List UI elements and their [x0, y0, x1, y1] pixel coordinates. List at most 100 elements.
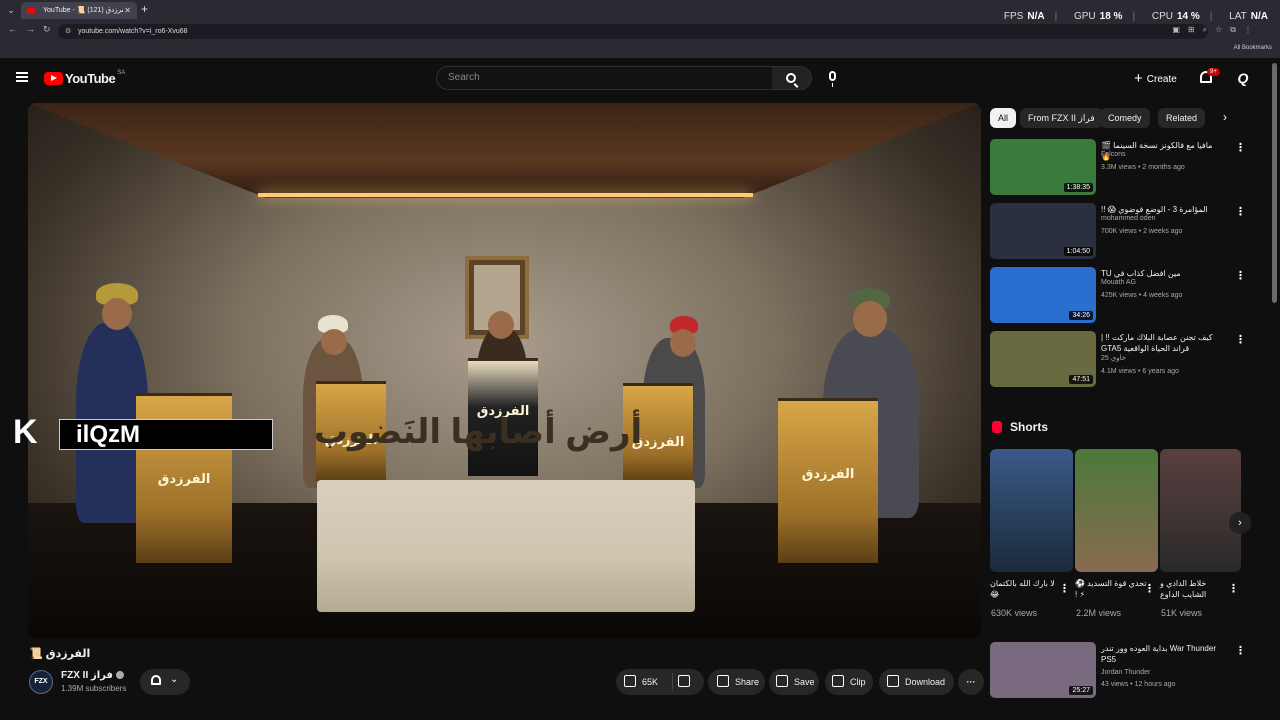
short-thumbnail[interactable]: [1075, 449, 1158, 572]
dislike-button[interactable]: [678, 669, 696, 695]
recommendation-channel[interactable]: Jordan Thunder: [1101, 669, 1150, 676]
url-text: youtube.com/watch?v=i_ro6-Xvu68: [78, 28, 188, 35]
subscription-bell-button[interactable]: ⌄: [140, 669, 190, 695]
create-button[interactable]: + Create: [1134, 70, 1177, 87]
search-input[interactable]: Search: [436, 66, 773, 90]
recommendation-title[interactable]: كيف تجنن عصابة البلاك ماركت !! | قراند ا…: [1101, 332, 1221, 354]
thumbs-up-icon: [624, 675, 636, 687]
recommendation-item[interactable]: 25:27 بداية العوده وور تندر War Thunder …: [990, 642, 1252, 702]
save-icon: [776, 675, 788, 687]
browser-tab[interactable]: YouTube - 📜 الفرزدق (121) ✕: [21, 2, 137, 19]
chip-comedy[interactable]: Comedy: [1100, 108, 1150, 128]
chip-from-channel[interactable]: From FZX II فراز: [1020, 108, 1103, 128]
video-thumbnail[interactable]: 25:27: [990, 642, 1096, 698]
search-button[interactable]: [772, 66, 812, 90]
recommendation-item[interactable]: 34:26 مين افضل كذاب في TU Mouath AG 425K…: [990, 267, 1252, 327]
channel-name[interactable]: FZX II فراز: [61, 670, 124, 681]
tab-list-icon[interactable]: ⌄: [4, 3, 18, 17]
recommendation-channel[interactable]: 25 خاوي: [1101, 354, 1126, 362]
like-count: 65K: [642, 677, 659, 687]
subscriber-count: 1.39M subscribers: [61, 684, 127, 693]
more-options-icon[interactable]: ⋮: [1228, 582, 1239, 595]
bookmarks-bar: All Bookmarks: [0, 41, 1280, 58]
search-icon: [786, 73, 796, 83]
more-options-icon[interactable]: ⋮: [1144, 582, 1155, 595]
logo-text: YouTube: [65, 71, 116, 86]
share-button[interactable]: Share: [708, 669, 765, 695]
page-scrollbar[interactable]: [1272, 63, 1277, 303]
person-5-head: [853, 301, 887, 337]
video-thumbnail[interactable]: 34:26: [990, 267, 1096, 323]
share-label: Share: [735, 677, 760, 687]
recommendation-item[interactable]: 1:38:35 مافيا مع فالكونز نسخة السينما 🎬 …: [990, 139, 1252, 199]
recommendation-title[interactable]: بداية العوده وور تندر War Thunder PS5: [1101, 643, 1221, 665]
plus-icon: +: [1134, 70, 1143, 87]
more-options-icon[interactable]: ⋮: [1235, 141, 1246, 154]
video-thumbnail[interactable]: 1:38:35: [990, 139, 1096, 195]
channel-avatar[interactable]: FZX: [29, 670, 53, 694]
chip-related[interactable]: Related: [1158, 108, 1206, 128]
person-4-head: [670, 329, 696, 357]
shorts-icon: [992, 421, 1002, 433]
recommendation-channel[interactable]: Falcons: [1101, 151, 1126, 158]
short-thumbnail[interactable]: [1160, 449, 1241, 572]
recommendation-item[interactable]: 47:51 كيف تجنن عصابة البلاك ماركت !! | ق…: [990, 331, 1252, 391]
recommendation-item[interactable]: 1:04:50 المؤامرة 3 - الوضع فوضوي 😱 !! mo…: [990, 203, 1252, 263]
reload-icon[interactable]: ↻: [43, 24, 51, 35]
forward-icon[interactable]: →: [26, 24, 35, 34]
url-input[interactable]: ⚙ youtube.com/watch?v=i_ro6-Xvu68: [58, 24, 1208, 39]
video-thumbnail[interactable]: 1:04:50: [990, 203, 1096, 259]
site-info-icon[interactable]: ⚙: [65, 24, 71, 39]
download-icon: [887, 675, 899, 687]
short-thumbnail[interactable]: [990, 449, 1073, 572]
short-views: 51K views: [1161, 608, 1203, 618]
extension-icons[interactable]: ▣⊞⌕☆⧉⋮: [1172, 25, 1260, 35]
recommendation-meta: 425K views • 4 weeks ago: [1101, 292, 1183, 299]
duration-badge: 34:26: [1069, 311, 1093, 320]
video-thumbnail[interactable]: 47:51: [990, 331, 1096, 387]
more-options-icon[interactable]: ⋮: [1235, 269, 1246, 282]
new-tab-icon[interactable]: +: [141, 2, 148, 16]
download-button[interactable]: Download: [879, 669, 954, 695]
short-title[interactable]: تحدي قوة التسديد ⚽ ⚡ !: [1075, 578, 1147, 600]
recommendation-channel[interactable]: mohammed oden: [1101, 215, 1155, 222]
thumbs-down-icon: [678, 675, 690, 687]
chevron-right-icon[interactable]: ›: [1223, 110, 1227, 124]
download-label: Download: [905, 677, 946, 687]
video-player[interactable]: الفرزدق الفرزدق الفرزدق الفرزدق الفرزدق: [28, 103, 981, 638]
more-options-icon[interactable]: ⋮: [1059, 582, 1070, 595]
more-options-icon[interactable]: ⋮: [1235, 205, 1246, 218]
create-label: Create: [1146, 74, 1177, 85]
short-title[interactable]: خلاط الدادي و الشايب الداوع: [1160, 578, 1232, 600]
recommendation-meta: 43 views • 12 hours ago: [1101, 681, 1176, 688]
share-icon: [717, 675, 729, 687]
parchment-scroll: [317, 480, 695, 612]
voice-search-icon[interactable]: [829, 71, 836, 87]
youtube-logo[interactable]: YouTube SA: [44, 70, 125, 86]
save-button[interactable]: Save: [769, 669, 819, 695]
more-actions-button[interactable]: ···: [958, 669, 984, 695]
account-avatar[interactable]: Q: [1234, 69, 1252, 87]
clip-button[interactable]: Clip: [825, 669, 873, 695]
tab-title: YouTube - 📜 الفرزدق (121): [43, 7, 123, 14]
chevron-down-icon: ⌄: [170, 674, 179, 685]
back-icon[interactable]: ←: [8, 24, 17, 34]
duration-badge: 47:51: [1069, 375, 1093, 384]
close-tab-icon[interactable]: ✕: [124, 2, 131, 19]
more-options-icon[interactable]: ⋮: [1235, 333, 1246, 346]
shorts-next-icon[interactable]: ›: [1229, 512, 1251, 534]
recommendation-channel[interactable]: Mouath AG: [1101, 279, 1136, 286]
recommendation-meta: 700K views • 2 weeks ago: [1101, 228, 1183, 235]
verified-icon: [115, 671, 124, 679]
chip-all[interactable]: All: [990, 108, 1017, 128]
youtube-play-icon: [44, 72, 63, 85]
all-bookmarks-button[interactable]: All Bookmarks: [1234, 45, 1272, 51]
menu-icon[interactable]: [16, 72, 28, 82]
like-button[interactable]: 65K: [624, 669, 658, 695]
watermark-text: ilQzM: [59, 419, 273, 450]
shorts-heading: Shorts: [992, 420, 1048, 434]
like-dislike-group: 65K: [616, 669, 704, 695]
duration-badge: 1:38:35: [1063, 183, 1093, 192]
more-options-icon[interactable]: ⋮: [1235, 644, 1246, 657]
short-title[interactable]: لا بارك الله بالكتمان 😂: [990, 578, 1062, 600]
